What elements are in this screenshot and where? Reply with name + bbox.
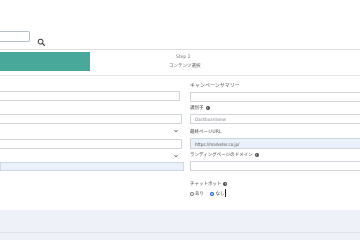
radio-label: なし xyxy=(215,192,225,197)
footer-band xyxy=(0,210,360,240)
divider xyxy=(0,75,360,76)
text-cursor xyxy=(225,189,227,197)
campaign-summary-box xyxy=(190,92,360,102)
chatbot-label-text: チャットボット xyxy=(190,182,222,187)
chevron-down-icon xyxy=(174,118,178,133)
chatbot-radio-group: あり なし xyxy=(190,189,231,199)
tracking-input[interactable]: Dashboardview xyxy=(190,114,360,124)
landing-page-url-label: 最終ページURL xyxy=(190,130,222,135)
left-text-field[interactable] xyxy=(0,91,180,101)
search-icon[interactable] xyxy=(37,32,46,47)
info-icon[interactable]: ? xyxy=(205,106,210,110)
tracking-label-text: 識別子 xyxy=(190,106,204,111)
chatbot-radio-yes[interactable]: あり xyxy=(190,191,204,197)
campaign-create-page: Step 2 コンテンツ選択 キャンペーンサマリー 識別子? Dashboard… xyxy=(0,0,360,240)
left-select-2[interactable] xyxy=(0,139,182,158)
radio-button[interactable] xyxy=(190,192,194,196)
radio-label: あり xyxy=(195,192,204,197)
left-select-1[interactable] xyxy=(0,114,182,133)
campaign-summary-heading: キャンペーンサマリー xyxy=(190,83,240,89)
search-input[interactable] xyxy=(0,31,30,42)
tracking-label: 識別子? xyxy=(190,105,210,111)
chatbot-radio-no[interactable]: なし xyxy=(210,189,227,197)
landing-page-url-input[interactable]: https://marketer.co.jp/ xyxy=(190,138,360,149)
step-1-active[interactable] xyxy=(0,52,90,71)
info-icon[interactable]: ? xyxy=(254,153,259,157)
step-2-label: コンテンツ選択 xyxy=(169,64,201,69)
divider xyxy=(0,49,360,50)
radio-button-selected[interactable] xyxy=(210,192,215,196)
landing-domain-label-text: ランディングページのドメイン xyxy=(190,153,253,158)
chatbot-label: チャットボット? xyxy=(190,181,228,187)
divider xyxy=(0,232,360,233)
step-2-number: Step 2 xyxy=(176,55,191,60)
landing-domain-label: ランディングページのドメイン? xyxy=(190,152,259,158)
landing-domain-input[interactable] xyxy=(190,161,360,171)
left-highlight-field[interactable] xyxy=(0,162,184,171)
info-icon[interactable]: ? xyxy=(223,182,228,186)
chevron-down-icon xyxy=(174,143,178,158)
